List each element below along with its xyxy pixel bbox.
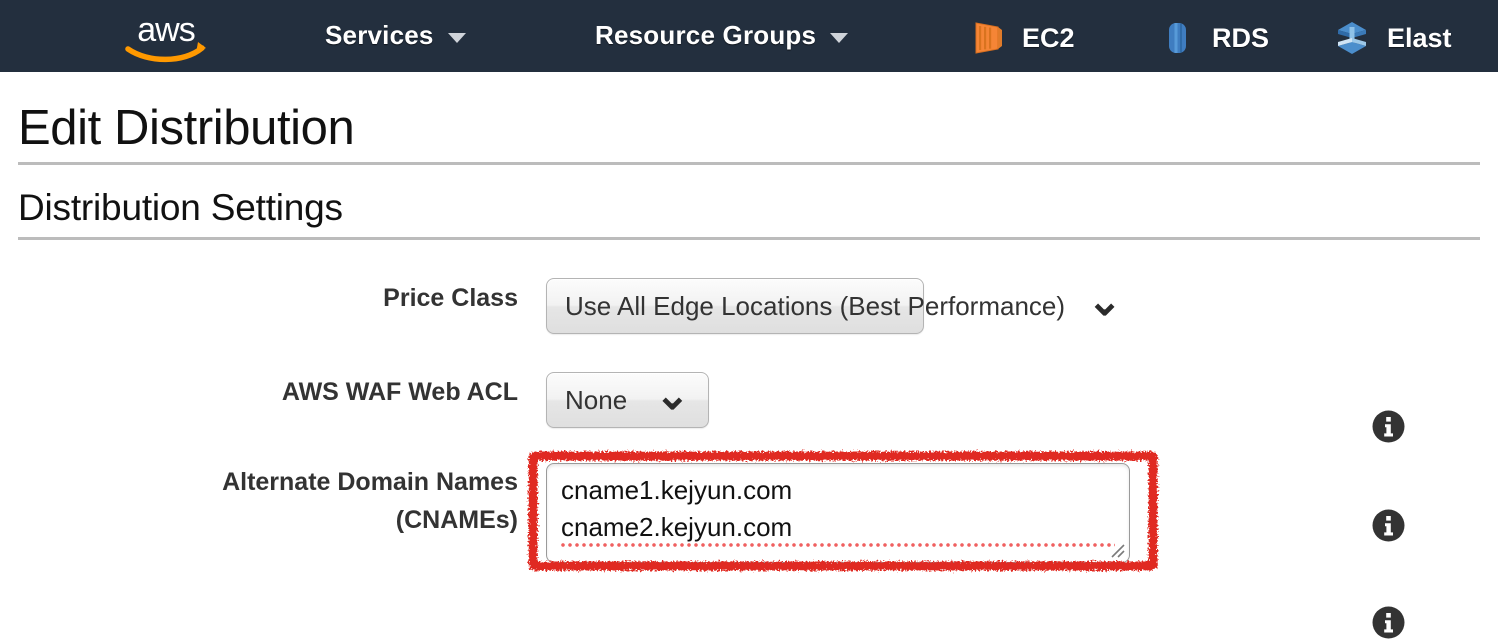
price-class-label: Price Class <box>0 278 546 318</box>
form-row-waf-web-acl: AWS WAF Web ACL None ⌄ <box>0 372 1498 428</box>
info-icon[interactable] <box>1372 606 1405 639</box>
nav-menu-services-label: Services <box>325 20 434 51</box>
nav-menu-resource-groups[interactable]: Resource Groups <box>595 20 848 51</box>
cname-line: cname2.kejyun.com <box>561 509 1115 550</box>
chevron-down-icon <box>448 33 466 43</box>
price-class-selected-value: Use All Edge Locations (Best Performance… <box>565 291 1065 322</box>
alternate-domain-names-control: cname1.kejyun.com cname2.kejyun.com <box>546 463 1130 563</box>
chevron-down-icon: ⌄ <box>1087 290 1122 311</box>
page-content: Edit Distribution Distribution Settings … <box>0 72 1498 563</box>
alternate-domain-names-label: Alternate Domain Names (CNAMEs) <box>0 463 546 539</box>
price-class-select[interactable]: Use All Edge Locations (Best Performance… <box>546 278 924 334</box>
page-title: Edit Distribution <box>0 72 1498 162</box>
aws-top-navigation-bar: aws Services Resource Groups EC2 <box>0 0 1498 72</box>
waf-web-acl-control: None ⌄ <box>546 372 709 428</box>
cname-line: cname1.kejyun.com <box>561 472 1115 509</box>
nav-shortcut-ec2-label: EC2 <box>1022 23 1075 54</box>
info-icon[interactable] <box>1372 509 1405 542</box>
form-row-alternate-domain-names: Alternate Domain Names (CNAMEs) cname1.k… <box>0 463 1498 563</box>
form-row-price-class: Price Class Use All Edge Locations (Best… <box>0 278 1498 334</box>
nav-shortcut-rds-label: RDS <box>1212 23 1269 54</box>
alternate-domain-names-textarea[interactable]: cname1.kejyun.com cname2.kejyun.com <box>546 463 1130 563</box>
nav-shortcut-rds[interactable]: RDS <box>1158 18 1269 58</box>
waf-web-acl-label: AWS WAF Web ACL <box>0 372 546 412</box>
nav-shortcut-elastic-beanstalk[interactable]: Elast <box>1333 18 1452 58</box>
distribution-settings-form: Price Class Use All Edge Locations (Best… <box>0 278 1498 563</box>
rds-icon <box>1158 18 1196 58</box>
nav-shortcut-ec2[interactable]: EC2 <box>968 18 1075 58</box>
nav-menu-services[interactable]: Services <box>325 20 466 51</box>
waf-web-acl-select[interactable]: None ⌄ <box>546 372 709 428</box>
price-class-control: Use All Edge Locations (Best Performance… <box>546 278 924 334</box>
info-icon[interactable] <box>1372 410 1405 443</box>
ec2-icon <box>968 18 1006 58</box>
nav-shortcut-elastic-beanstalk-label: Elast <box>1387 23 1452 54</box>
chevron-down-icon: ⌄ <box>655 384 690 405</box>
elastic-beanstalk-icon <box>1333 18 1371 58</box>
alternate-domain-names-label-line2: (CNAMEs) <box>0 501 518 539</box>
section-title-divider <box>18 237 1480 240</box>
aws-logo[interactable]: aws <box>118 8 214 64</box>
svg-text:aws: aws <box>137 11 194 49</box>
chevron-down-icon <box>830 33 848 43</box>
nav-menu-resource-groups-label: Resource Groups <box>595 20 816 51</box>
section-title-distribution-settings: Distribution Settings <box>0 165 1498 237</box>
waf-web-acl-selected-value: None <box>565 385 627 416</box>
alternate-domain-names-label-line1: Alternate Domain Names <box>0 463 518 501</box>
